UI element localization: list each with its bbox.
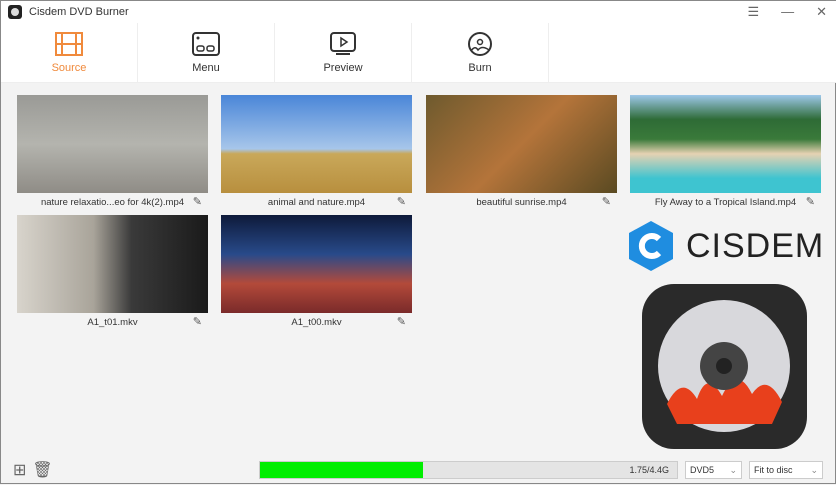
cisdem-logo-text: CISDEM	[686, 226, 825, 265]
app-icon	[8, 5, 22, 19]
tab-preview[interactable]: Preview	[275, 23, 412, 82]
tab-label: Source	[51, 61, 87, 74]
add-icon[interactable]: ⊞	[13, 460, 26, 480]
edit-icon[interactable]: ✎	[806, 195, 815, 208]
disc-usage-text: 1.75/4.4G	[629, 465, 669, 475]
quality-select[interactable]: Fit to disc ⌄	[749, 461, 823, 479]
tab-label: Preview	[323, 61, 363, 74]
edit-icon[interactable]: ✎	[397, 315, 406, 328]
menu-icon[interactable]: ☰	[747, 4, 759, 20]
edit-icon[interactable]: ✎	[602, 195, 611, 208]
video-thumbnail[interactable]	[221, 215, 412, 313]
video-item[interactable]: beautiful sunrise.mp4 ✎	[426, 95, 617, 211]
trash-icon[interactable]: 🗑	[32, 460, 52, 480]
video-item[interactable]: animal and nature.mp4 ✎	[221, 95, 412, 211]
edit-icon[interactable]: ✎	[397, 195, 406, 208]
video-name: A1_t01.mkv	[87, 316, 138, 328]
video-thumbnail[interactable]	[426, 95, 617, 193]
footer: ⊞ 🗑 1.75/4.4G DVD5 ⌄ Fit to disc ⌄	[1, 455, 836, 485]
close-button[interactable]: ✕	[816, 4, 827, 20]
video-thumbnail[interactable]	[17, 215, 208, 313]
tab-label: Menu	[192, 61, 220, 74]
video-item[interactable]: nature relaxatio...eo for 4k(2).mp4 ✎	[17, 95, 208, 211]
video-name: beautiful sunrise.mp4	[476, 196, 567, 208]
video-name: A1_t00.mkv	[291, 316, 342, 328]
edit-icon[interactable]: ✎	[193, 195, 202, 208]
video-thumbnail[interactable]	[630, 95, 821, 193]
dvd-burner-app-icon	[642, 284, 807, 449]
tab-source[interactable]: Source	[1, 23, 138, 82]
video-item[interactable]: Fly Away to a Tropical Island.mp4 ✎	[630, 95, 821, 211]
disc-usage-bar: 1.75/4.4G	[259, 461, 678, 479]
tab-menu[interactable]: Menu	[138, 23, 275, 82]
main-tabs: Source Menu Preview Burn	[1, 23, 836, 83]
video-item[interactable]: A1_t00.mkv ✎	[221, 215, 412, 331]
tab-label: Burn	[468, 61, 492, 74]
video-name: nature relaxatio...eo for 4k(2).mp4	[40, 196, 185, 208]
video-thumbnail[interactable]	[17, 95, 208, 193]
video-name: Fly Away to a Tropical Island.mp4	[654, 196, 797, 208]
video-thumbnail[interactable]	[221, 95, 412, 193]
play-icon	[330, 31, 356, 55]
film-icon	[55, 31, 83, 56]
video-item[interactable]: A1_t01.mkv ✎	[17, 215, 208, 331]
cisdem-logo: CISDEM	[626, 219, 824, 273]
video-name: animal and nature.mp4	[267, 196, 366, 208]
menu-template-icon	[192, 31, 220, 56]
cisdem-logo-icon	[629, 221, 673, 271]
window-title: Cisdem DVD Burner	[29, 6, 129, 18]
title-bar: Cisdem DVD Burner ☰ — ✕	[1, 1, 836, 23]
minimize-button[interactable]: —	[781, 4, 794, 20]
disc-type-select[interactable]: DVD5 ⌄	[685, 461, 742, 479]
edit-icon[interactable]: ✎	[193, 315, 202, 328]
disc-burn-icon	[468, 31, 492, 56]
tab-burn[interactable]: Burn	[412, 23, 549, 82]
